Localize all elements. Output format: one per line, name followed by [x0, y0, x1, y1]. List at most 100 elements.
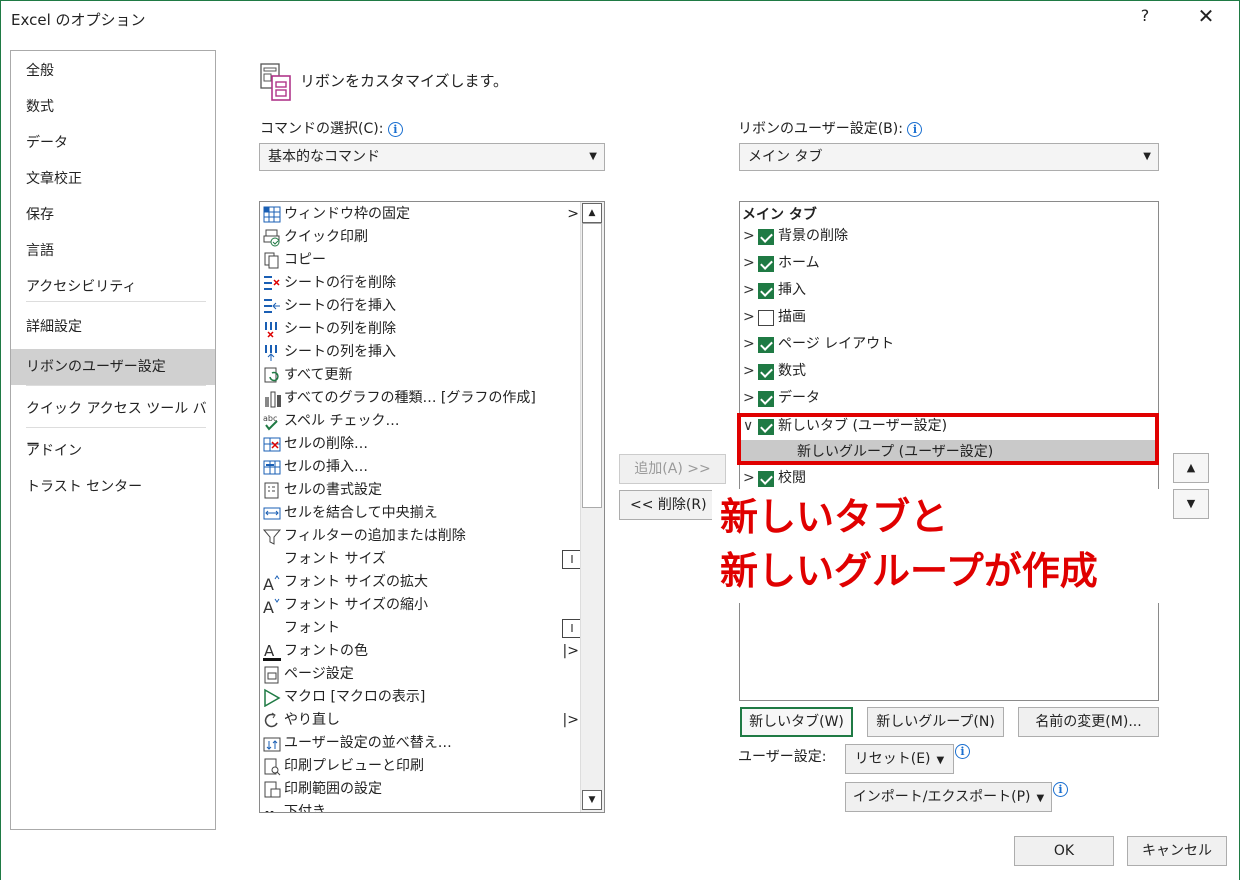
nav-item[interactable]: リボンのユーザー設定 [11, 349, 215, 385]
list-item[interactable]: マクロ [マクロの表示] [260, 686, 585, 709]
list-item[interactable]: シートの列を削除 [260, 318, 585, 341]
refresh-all-icon [262, 366, 282, 385]
commands-scroll-thumb[interactable] [582, 223, 602, 508]
chevron-right-icon[interactable]: > [743, 465, 755, 492]
chevron-right-icon[interactable]: > [743, 304, 755, 331]
chevron-right-icon[interactable]: > [743, 223, 755, 250]
delete-cells-icon [262, 435, 282, 454]
tab-checkbox[interactable] [758, 229, 774, 245]
list-item-label: セルの書式設定 [284, 482, 382, 498]
tab-checkbox[interactable] [758, 471, 774, 487]
list-item[interactable]: コピー [260, 249, 585, 272]
add-button[interactable]: 追加(A) >> [619, 454, 726, 484]
list-item[interactable]: すべて更新 [260, 364, 585, 387]
info-icon[interactable]: i [955, 744, 970, 759]
list-item-label: シートの列を挿入 [284, 344, 396, 360]
ribbon-dropdown[interactable]: メイン タブ ▼ [739, 143, 1159, 171]
list-item[interactable]: やり直し |> [260, 709, 585, 732]
tree-item[interactable]: > 数式 [740, 358, 1140, 385]
nav-item[interactable]: アクセシビリティ [11, 269, 215, 305]
list-item[interactable]: セルの挿入… [260, 456, 585, 479]
tab-checkbox[interactable] [758, 310, 774, 326]
list-item[interactable]: すべてのグラフの種類… [グラフの作成] [260, 387, 585, 410]
tab-checkbox[interactable] [758, 283, 774, 299]
list-item-label: フォント サイズの拡大 [284, 574, 429, 590]
chevron-right-icon[interactable]: > [743, 358, 755, 385]
nav-item[interactable]: クイック アクセス ツール バー [11, 391, 215, 453]
nav-item[interactable]: 数式 [11, 89, 215, 125]
tab-checkbox[interactable] [758, 391, 774, 407]
list-item[interactable]: シートの列を挿入 [260, 341, 585, 364]
tree-item[interactable]: > 校閲 [740, 465, 1140, 492]
list-item[interactable]: ユーザー設定の並べ替え… [260, 732, 585, 755]
list-item[interactable]: フィルターの追加または削除 [260, 525, 585, 548]
chevron-right-icon[interactable]: > [743, 331, 755, 358]
nav-item[interactable]: トラスト センター [11, 469, 215, 505]
nav-item[interactable]: 全般 [11, 53, 215, 89]
nav-item[interactable]: 保存 [11, 197, 215, 233]
info-icon[interactable]: i [1053, 782, 1068, 797]
tree-item[interactable]: > 背景の削除 [740, 223, 1140, 250]
list-item-label: フォント サイズの縮小 [284, 597, 429, 613]
info-icon[interactable]: i [907, 122, 923, 137]
nav-item[interactable]: 言語 [11, 233, 215, 269]
ok-button[interactable]: OK [1014, 836, 1114, 866]
info-icon[interactable]: i [387, 122, 403, 137]
tree-item[interactable]: > 挿入 [740, 277, 1140, 304]
list-item[interactable]: フォント サイズ I [260, 548, 585, 571]
nav-item[interactable]: データ [11, 125, 215, 161]
chevron-right-icon[interactable]: > [743, 277, 755, 304]
chevron-right-icon[interactable]: > [743, 385, 755, 412]
list-item[interactable]: セルを結合して中央揃え [260, 502, 585, 525]
list-item[interactable]: シートの行を挿入 [260, 295, 585, 318]
move-down-button[interactable]: ▼ [1173, 489, 1209, 519]
tab-checkbox[interactable] [758, 337, 774, 353]
list-item[interactable]: クイック印刷 [260, 226, 585, 249]
macro-icon [262, 688, 282, 708]
scroll-down-icon[interactable]: ▼ [582, 790, 602, 810]
list-item-label: クイック印刷 [284, 229, 368, 245]
list-item[interactable]: セルの削除… [260, 433, 585, 456]
tree-item[interactable]: > ホーム [740, 250, 1140, 277]
import-export-button[interactable]: インポート/エクスポート(P) ▼ [845, 782, 1052, 812]
list-item-label: セルの削除… [284, 436, 368, 452]
list-item[interactable]: シートの行を削除 [260, 272, 585, 295]
list-item[interactable]: A フォント サイズの縮小 [260, 594, 585, 617]
list-item[interactable]: 印刷プレビューと印刷 [260, 755, 585, 778]
nav-item[interactable]: アドイン [11, 433, 215, 469]
scroll-up-icon[interactable]: ▲ [582, 203, 602, 223]
tree-item[interactable]: > 描画 [740, 304, 1140, 331]
list-item[interactable]: A フォントの色 |> [260, 640, 585, 663]
list-item[interactable]: ページ設定 [260, 663, 585, 686]
list-item[interactable]: ウィンドウ枠の固定 > [260, 203, 585, 226]
list-item[interactable]: 印刷範囲の設定 [260, 778, 585, 801]
nav-item[interactable]: 詳細設定 [11, 309, 215, 345]
list-item[interactable]: A フォント サイズの拡大 [260, 571, 585, 594]
new-group-button[interactable]: 新しいグループ(N) [867, 707, 1004, 737]
tab-checkbox[interactable] [758, 256, 774, 272]
chevron-right-icon[interactable]: > [743, 250, 755, 277]
nav-item[interactable]: 文章校正 [11, 161, 215, 197]
insert-cells-icon [262, 458, 282, 477]
tree-item[interactable]: > ページ レイアウト [740, 331, 1140, 358]
reset-button[interactable]: リセット(E) ▼ [845, 744, 954, 774]
move-up-button[interactable]: ▲ [1173, 453, 1209, 483]
customize-ribbon-icon [260, 63, 291, 101]
list-item[interactable]: abc スペル チェック… [260, 410, 585, 433]
commands-dropdown[interactable]: 基本的なコマンド ▼ [259, 143, 605, 171]
list-item[interactable]: フォント I [260, 617, 585, 640]
tree-item-label: 描画 [778, 309, 806, 325]
commands-list[interactable]: ウィンドウ枠の固定 > クイック印刷 コピー シートの行を削除 シートの行を挿入 シートの列… [259, 201, 605, 813]
list-item[interactable]: セルの書式設定 [260, 479, 585, 502]
close-icon[interactable]: ✕ [1192, 4, 1220, 32]
rename-button[interactable]: 名前の変更(M)... [1018, 707, 1159, 737]
combo-box-icon: I [562, 619, 582, 638]
remove-button[interactable]: << 削除(R) [619, 490, 726, 520]
redo-icon [262, 711, 282, 730]
list-item[interactable]: x 下付き [260, 801, 585, 812]
help-button[interactable]: ? [1135, 6, 1155, 32]
tree-item[interactable]: > データ [740, 385, 1140, 412]
new-tab-button[interactable]: 新しいタブ(W) [740, 707, 853, 737]
tab-checkbox[interactable] [758, 364, 774, 380]
cancel-button[interactable]: キャンセル [1127, 836, 1227, 866]
